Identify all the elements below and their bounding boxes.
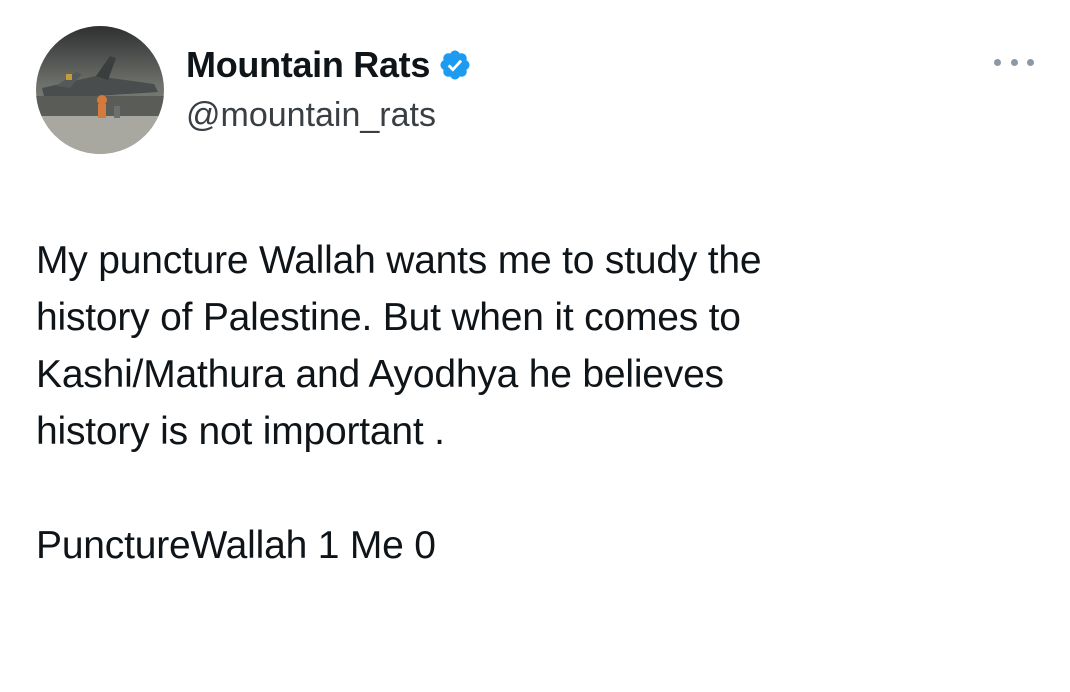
tweet-text-line: history is not important .	[36, 410, 445, 453]
more-options-icon[interactable]	[994, 52, 1034, 72]
more-dot	[1027, 58, 1034, 66]
tweet-text-line: history of Palestine. But when it comes …	[36, 296, 741, 339]
name-row: Mountain Rats	[186, 43, 472, 87]
tweet-text-line: My puncture Wallah wants me to study the	[36, 239, 762, 282]
tweet-header: Mountain Rats @mountain_rats	[36, 22, 472, 158]
author-display-name[interactable]: Mountain Rats	[186, 43, 430, 87]
tweet-closing-line: PunctureWallah 1 Me 0	[36, 524, 436, 567]
author-handle[interactable]: @mountain_rats	[186, 93, 472, 137]
more-dot	[994, 58, 1001, 66]
tweet-text: My puncture Wallah wants me to study the…	[36, 232, 1036, 574]
author-identity: Mountain Rats @mountain_rats	[186, 43, 472, 137]
verified-badge-icon	[438, 48, 472, 82]
tweet-card: Mountain Rats @mountain_rats My puncture…	[0, 0, 1070, 692]
tweet-text-line: Kashi/Mathura and Ayodhya he believes	[36, 353, 724, 396]
avatar-image	[36, 26, 164, 154]
avatar[interactable]	[36, 26, 164, 154]
more-dot	[1010, 58, 1018, 66]
